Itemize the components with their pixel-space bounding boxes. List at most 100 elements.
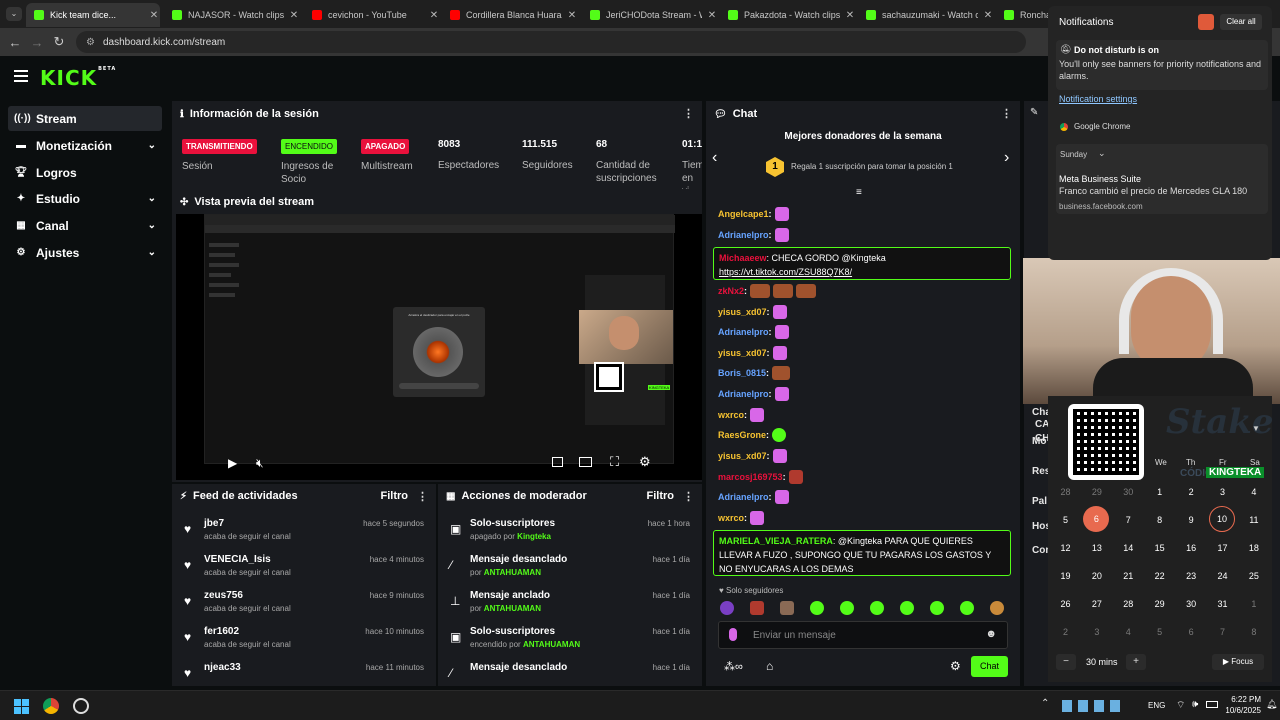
close-icon[interactable]: ✕	[428, 10, 440, 21]
calendar-day[interactable]: 23	[1176, 562, 1207, 590]
sidebar-item-monetizacion[interactable]: ▬ Monetización ⌄	[8, 133, 162, 158]
reload-icon[interactable]: ↻	[48, 34, 70, 50]
close-icon[interactable]: ✕	[148, 10, 160, 21]
obs-taskbar-icon[interactable]	[73, 698, 89, 714]
calendar-day[interactable]: 8	[1144, 506, 1175, 534]
close-icon[interactable]: ✕	[844, 10, 856, 21]
browser-tab[interactable]: Ronchas	[996, 3, 1056, 27]
sidebar-item-ajustes[interactable]: ⚙ Ajustes ⌄	[8, 240, 162, 265]
calendar-day[interactable]: 11	[1238, 506, 1269, 534]
browser-tab[interactable]: cevichon - YouTube ✕	[304, 3, 440, 27]
hamburger-menu-icon[interactable]	[14, 70, 28, 82]
calendar-day[interactable]: 25	[1238, 562, 1269, 590]
chevron-down-icon[interactable]: ▼	[1252, 424, 1260, 433]
play-icon[interactable]: ▶	[228, 456, 237, 470]
calendar-day[interactable]: 1	[1144, 478, 1175, 506]
windows-start-icon[interactable]	[14, 699, 29, 714]
tray-icons[interactable]	[1062, 700, 1122, 712]
more-options-icon[interactable]: ⋮	[1001, 107, 1012, 120]
collapse-icon[interactable]: ≡	[856, 187, 862, 198]
close-icon[interactable]: ✕	[288, 10, 300, 21]
calendar-day[interactable]: 21	[1113, 562, 1144, 590]
dnd-toggle-icon[interactable]	[1198, 14, 1214, 30]
calendar-day[interactable]: 24	[1207, 562, 1238, 590]
calendar-day[interactable]: 30	[1176, 590, 1207, 618]
close-icon[interactable]: ✕	[982, 10, 994, 21]
calendar-day[interactable]: 14	[1113, 534, 1144, 562]
sidebar-item-logros[interactable]: 🏆︎ Logros	[8, 160, 162, 185]
emote[interactable]	[810, 601, 824, 615]
sidebar-item-estudio[interactable]: ✦ Estudio ⌄	[8, 186, 162, 211]
calendar-day[interactable]: 7	[1113, 506, 1144, 534]
fullscreen-icon[interactable]: ⛶	[610, 454, 619, 470]
calendar-day[interactable]: 2	[1176, 478, 1207, 506]
notification-bell-icon[interactable]: 🔔︎	[1266, 699, 1277, 710]
calendar-day[interactable]: 7	[1207, 618, 1238, 646]
more-options-icon[interactable]: ⋮	[683, 107, 694, 120]
calendar-day[interactable]: 2	[1050, 618, 1081, 646]
mute-icon[interactable]: 🔇︎	[256, 456, 264, 471]
emote[interactable]	[840, 601, 854, 615]
chrome-taskbar-icon[interactable]	[43, 698, 59, 714]
gear-icon[interactable]: ⚙	[639, 454, 651, 470]
calendar-day[interactable]: 10	[1209, 506, 1235, 532]
browser-tab[interactable]: JeriCHODota Stream - W ✕	[582, 3, 718, 27]
calendar-day[interactable]: 26	[1050, 590, 1081, 618]
more-options-icon[interactable]: ⋮	[683, 490, 694, 503]
emote[interactable]	[930, 601, 944, 615]
back-arrow-icon[interactable]: ←	[4, 35, 26, 50]
sidebar-item-canal[interactable]: ▦ Canal ⌄	[8, 213, 162, 238]
calendar-day[interactable]: 18	[1238, 534, 1269, 562]
calendar-day[interactable]: 28	[1113, 590, 1144, 618]
browser-tab[interactable]: Pakazdota - Watch clips o ✕	[720, 3, 856, 27]
store-icon[interactable]: ⌂	[766, 659, 773, 673]
calendar-day[interactable]: 29	[1144, 590, 1175, 618]
calendar-day[interactable]: 15	[1144, 534, 1175, 562]
calendar-day[interactable]: 5	[1050, 506, 1081, 534]
volume-icon[interactable]: 🕪︎	[1192, 699, 1198, 710]
browser-tab[interactable]: NAJASOR - Watch clips o ✕	[164, 3, 300, 27]
calendar-day[interactable]: 19	[1050, 562, 1081, 590]
emoji-icon[interactable]: ☻	[985, 628, 997, 640]
calendar-day[interactable]: 8	[1238, 618, 1269, 646]
calendar-day[interactable]: 22	[1144, 562, 1175, 590]
microphone-icon[interactable]	[729, 628, 737, 641]
calendar-day[interactable]: 6	[1176, 618, 1207, 646]
calendar-day[interactable]: 5	[1144, 618, 1175, 646]
emote[interactable]	[960, 601, 974, 615]
focus-decrease-button[interactable]: −	[1056, 654, 1076, 670]
gear-icon[interactable]: ⚙	[950, 659, 961, 673]
chevron-right-icon[interactable]: ›	[1004, 149, 1009, 167]
calendar-day[interactable]: 17	[1207, 534, 1238, 562]
calendar-day[interactable]: 27	[1081, 590, 1112, 618]
chevron-left-icon[interactable]: ‹	[712, 149, 717, 167]
tab-search-button[interactable]: ⌄	[6, 7, 22, 21]
calendar-day[interactable]: 20	[1081, 562, 1112, 590]
filter-button[interactable]: Filtro	[381, 490, 409, 502]
calendar-day[interactable]: 12	[1050, 534, 1081, 562]
calendar-day[interactable]: 30	[1113, 478, 1144, 506]
filter-button[interactable]: Filtro	[647, 490, 675, 502]
chevron-down-icon[interactable]: ⌄	[1098, 148, 1106, 159]
calendar-day[interactable]: 28	[1050, 478, 1081, 506]
kick-logo[interactable]: KICKBETA	[40, 66, 116, 90]
send-chat-button[interactable]: Chat	[971, 656, 1008, 677]
calendar-day[interactable]: 3	[1081, 618, 1112, 646]
calendar-day[interactable]: 4	[1113, 618, 1144, 646]
calendar-day[interactable]: 13	[1081, 534, 1112, 562]
theater-mode-icon[interactable]	[552, 457, 563, 467]
chat-input[interactable]: Enviar un mensaje ☻	[718, 621, 1008, 649]
calendar-day[interactable]: 31	[1207, 590, 1238, 618]
sidebar-item-stream[interactable]: ((·)) Stream	[8, 106, 162, 131]
emote[interactable]	[990, 601, 1004, 615]
focus-button[interactable]: ▶ Focus	[1212, 654, 1264, 670]
focus-increase-button[interactable]: +	[1126, 654, 1146, 670]
emote-menu-icon[interactable]: ⁂∞	[724, 660, 743, 673]
calendar-day[interactable]: 1	[1238, 590, 1269, 618]
notification-group[interactable]: Sunday ⌄ Meta Business Suite Franco camb…	[1056, 144, 1268, 214]
calendar-day[interactable]: 3	[1207, 478, 1238, 506]
chat-link[interactable]: https://vt.tiktok.com/ZSU88Q7K8/	[719, 267, 852, 277]
clock-date[interactable]: 10/6/2025	[1215, 706, 1261, 715]
emote[interactable]	[870, 601, 884, 615]
browser-tab[interactable]: Kick team dice... ✕	[26, 3, 160, 27]
